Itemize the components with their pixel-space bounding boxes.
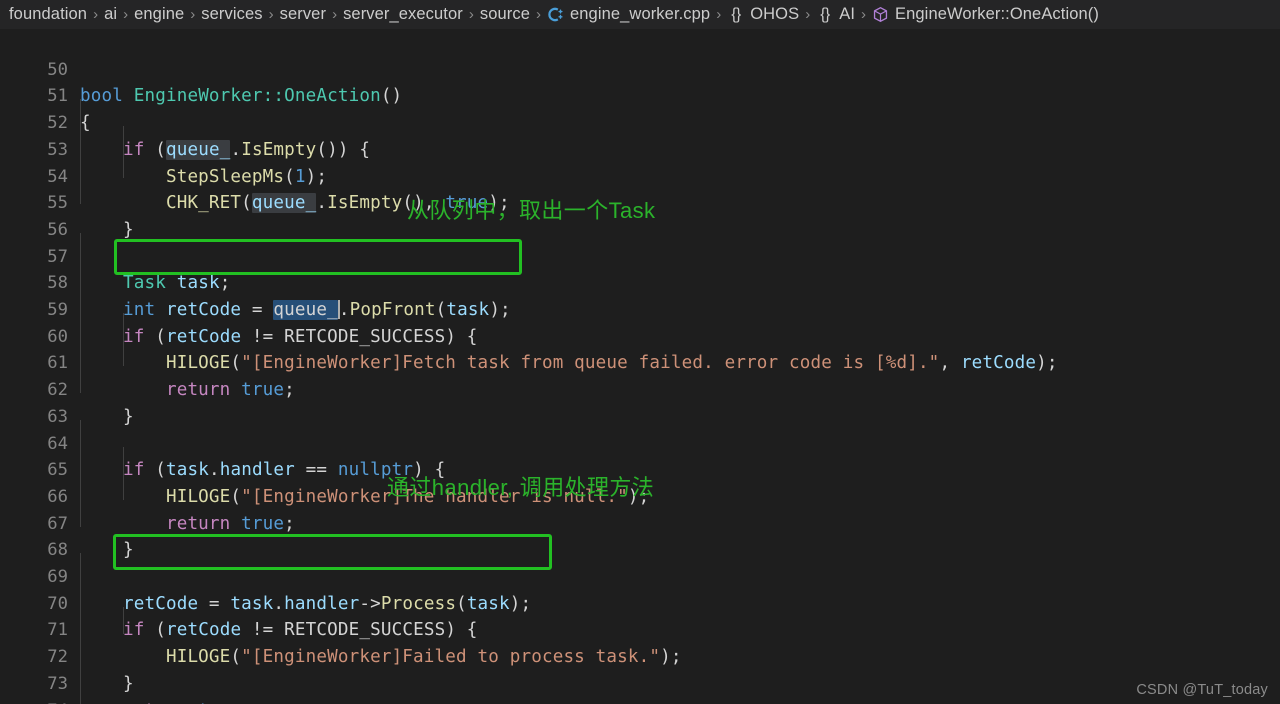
breadcrumb-item-label: engine_worker.cpp xyxy=(570,5,711,23)
code-line[interactable]: 51 { xyxy=(0,57,90,133)
code-line[interactable]: 71 HILOGE("[EngineWorker]Failed to proce… xyxy=(0,591,681,667)
breadcrumb-item-foundation[interactable]: foundation xyxy=(8,5,88,24)
code-line[interactable]: 73 return true; xyxy=(0,644,251,704)
line-content: return true; xyxy=(165,513,295,534)
line-content: } xyxy=(80,540,134,561)
code-line[interactable]: 69 retCode = task.handler->Process(task)… xyxy=(0,537,531,614)
breadcrumb-item-label: EngineWorker::OneAction() xyxy=(895,5,1099,23)
line-content: StepSleepMs(1); xyxy=(165,166,328,187)
word-occurrence-highlight: queue_ xyxy=(251,193,317,214)
code-line[interactable]: 64 if (task.handler == nullptr) { xyxy=(0,404,445,481)
cpp-file-icon xyxy=(547,6,564,23)
breadcrumb-item-label: services xyxy=(201,5,263,23)
breadcrumb-separator-icon: › xyxy=(93,6,99,23)
code-line[interactable]: 67 } xyxy=(0,484,133,561)
line-content: } xyxy=(80,406,134,427)
line-content: return true; xyxy=(80,698,252,704)
breadcrumb-separator-icon: › xyxy=(268,6,274,23)
breadcrumb-item-server[interactable]: server xyxy=(279,5,327,24)
watermark: CSDN @TuT_today xyxy=(1136,682,1268,698)
line-content: Task task; xyxy=(122,273,231,294)
breadcrumb-item-services[interactable]: services xyxy=(200,5,263,24)
breadcrumb-item-label: engine xyxy=(134,5,185,23)
code-line[interactable]: 65 HILOGE("[EngineWorker]The handler is … xyxy=(0,431,649,507)
breadcrumb-item-engine[interactable]: engine xyxy=(133,5,185,24)
line-content: int retCode = queue_.PopFront(task); xyxy=(122,300,511,320)
code-line[interactable]: 50 bool EngineWorker::OneAction() xyxy=(0,30,402,107)
word-occurrence-highlight: queue_ xyxy=(165,139,231,160)
breadcrumb-item-label: OHOS xyxy=(750,5,800,23)
line-content: bool EngineWorker::OneAction() xyxy=(80,86,403,107)
breadcrumb-item-label: AI xyxy=(839,5,856,23)
namespace-braces-icon: { } xyxy=(820,5,830,23)
code-line[interactable]: 53 StepSleepMs(1); xyxy=(0,110,327,187)
breadcrumb-item-server-executor[interactable]: server_executor xyxy=(342,5,464,24)
breadcrumb-separator-icon: › xyxy=(716,6,722,23)
breadcrumb-item-one-action-method[interactable]: EngineWorker::OneAction() xyxy=(871,5,1100,24)
selected-text: queue_ xyxy=(273,300,338,320)
breadcrumb-separator-icon: › xyxy=(332,6,338,23)
breadcrumb-item-source[interactable]: source xyxy=(479,5,531,24)
code-line[interactable]: 66 return true; xyxy=(0,457,294,534)
code-line[interactable]: 54 CHK_RET(queue_.IsEmpty(), true); xyxy=(0,137,510,214)
breadcrumb-item-label: source xyxy=(479,5,530,23)
code-editor[interactable]: 50 bool EngineWorker::OneAction() 51 { 5… xyxy=(0,30,1280,704)
breadcrumb-item-label: foundation xyxy=(9,5,88,23)
breadcrumb-separator-icon: › xyxy=(123,6,129,23)
line-content: } xyxy=(80,219,134,240)
code-line[interactable]: 59 if (retCode != RETCODE_SUCCESS) { xyxy=(0,270,477,347)
breadcrumb-separator-icon: › xyxy=(190,6,196,23)
breadcrumb-item-label: server_executor xyxy=(343,5,463,23)
breadcrumb-item-ai-namespace[interactable]: { } AI xyxy=(815,5,856,24)
line-content: { xyxy=(80,113,91,134)
code-line[interactable]: 56 xyxy=(0,190,68,240)
breadcrumb-item-ohos[interactable]: { } OHOS xyxy=(726,5,800,24)
code-line[interactable]: 60 HILOGE("[EngineWorker]Fetch task from… xyxy=(0,297,1057,374)
code-line[interactable]: 72 } xyxy=(0,617,133,694)
breadcrumb-item-label: server xyxy=(279,5,327,23)
breadcrumb-separator-icon: › xyxy=(861,6,867,23)
code-line[interactable]: 57 Task task; xyxy=(0,217,230,294)
breadcrumb: foundation › ai › engine › services › se… xyxy=(0,0,1280,30)
line-content: if (retCode != RETCODE_SUCCESS) { xyxy=(122,620,478,641)
line-content: retCode = task.handler->Process(task); xyxy=(122,593,532,614)
code-line[interactable]: 61 return true; xyxy=(0,324,294,400)
code-line[interactable]: 55 } xyxy=(0,164,133,240)
code-line[interactable]: 68 xyxy=(0,511,68,560)
annotation-text-fetch-task: 从队列中，取出一个Task xyxy=(407,198,656,223)
namespace-braces-icon: { } xyxy=(731,5,741,23)
line-content: } xyxy=(80,673,134,694)
code-line[interactable]: 74 } xyxy=(0,671,68,704)
line-content: return true; xyxy=(165,380,295,401)
breadcrumb-separator-icon: › xyxy=(805,6,811,23)
annotation-box-process xyxy=(113,534,552,570)
breadcrumb-item-engine-worker-cpp[interactable]: engine_worker.cpp xyxy=(546,5,711,24)
line-content: HILOGE("[EngineWorker]Fetch task from qu… xyxy=(165,353,1058,374)
breadcrumb-item-label: ai xyxy=(104,5,118,23)
code-line[interactable]: 63 xyxy=(0,377,68,427)
code-line[interactable]: 52 if (queue_.IsEmpty()) { xyxy=(0,83,370,160)
line-content: HILOGE("[EngineWorker]Failed to process … xyxy=(165,647,682,668)
code-line[interactable]: 58 int retCode = queue_.PopFront(task); xyxy=(0,244,511,320)
symbol-method-icon xyxy=(872,6,889,23)
code-line[interactable]: 70 if (retCode != RETCODE_SUCCESS) { xyxy=(0,564,477,641)
annotation-text-call-handler: 通过handler, 调用处理方法 xyxy=(387,475,655,500)
line-content: if (retCode != RETCODE_SUCCESS) { xyxy=(122,326,478,347)
breadcrumb-separator-icon: › xyxy=(536,6,541,23)
line-number: 74 xyxy=(0,698,68,704)
breadcrumb-separator-icon: › xyxy=(468,6,474,23)
line-content: if (queue_.IsEmpty()) { xyxy=(122,139,371,160)
code-line[interactable]: 62 } xyxy=(0,350,133,427)
breadcrumb-item-ai[interactable]: ai xyxy=(103,5,118,24)
